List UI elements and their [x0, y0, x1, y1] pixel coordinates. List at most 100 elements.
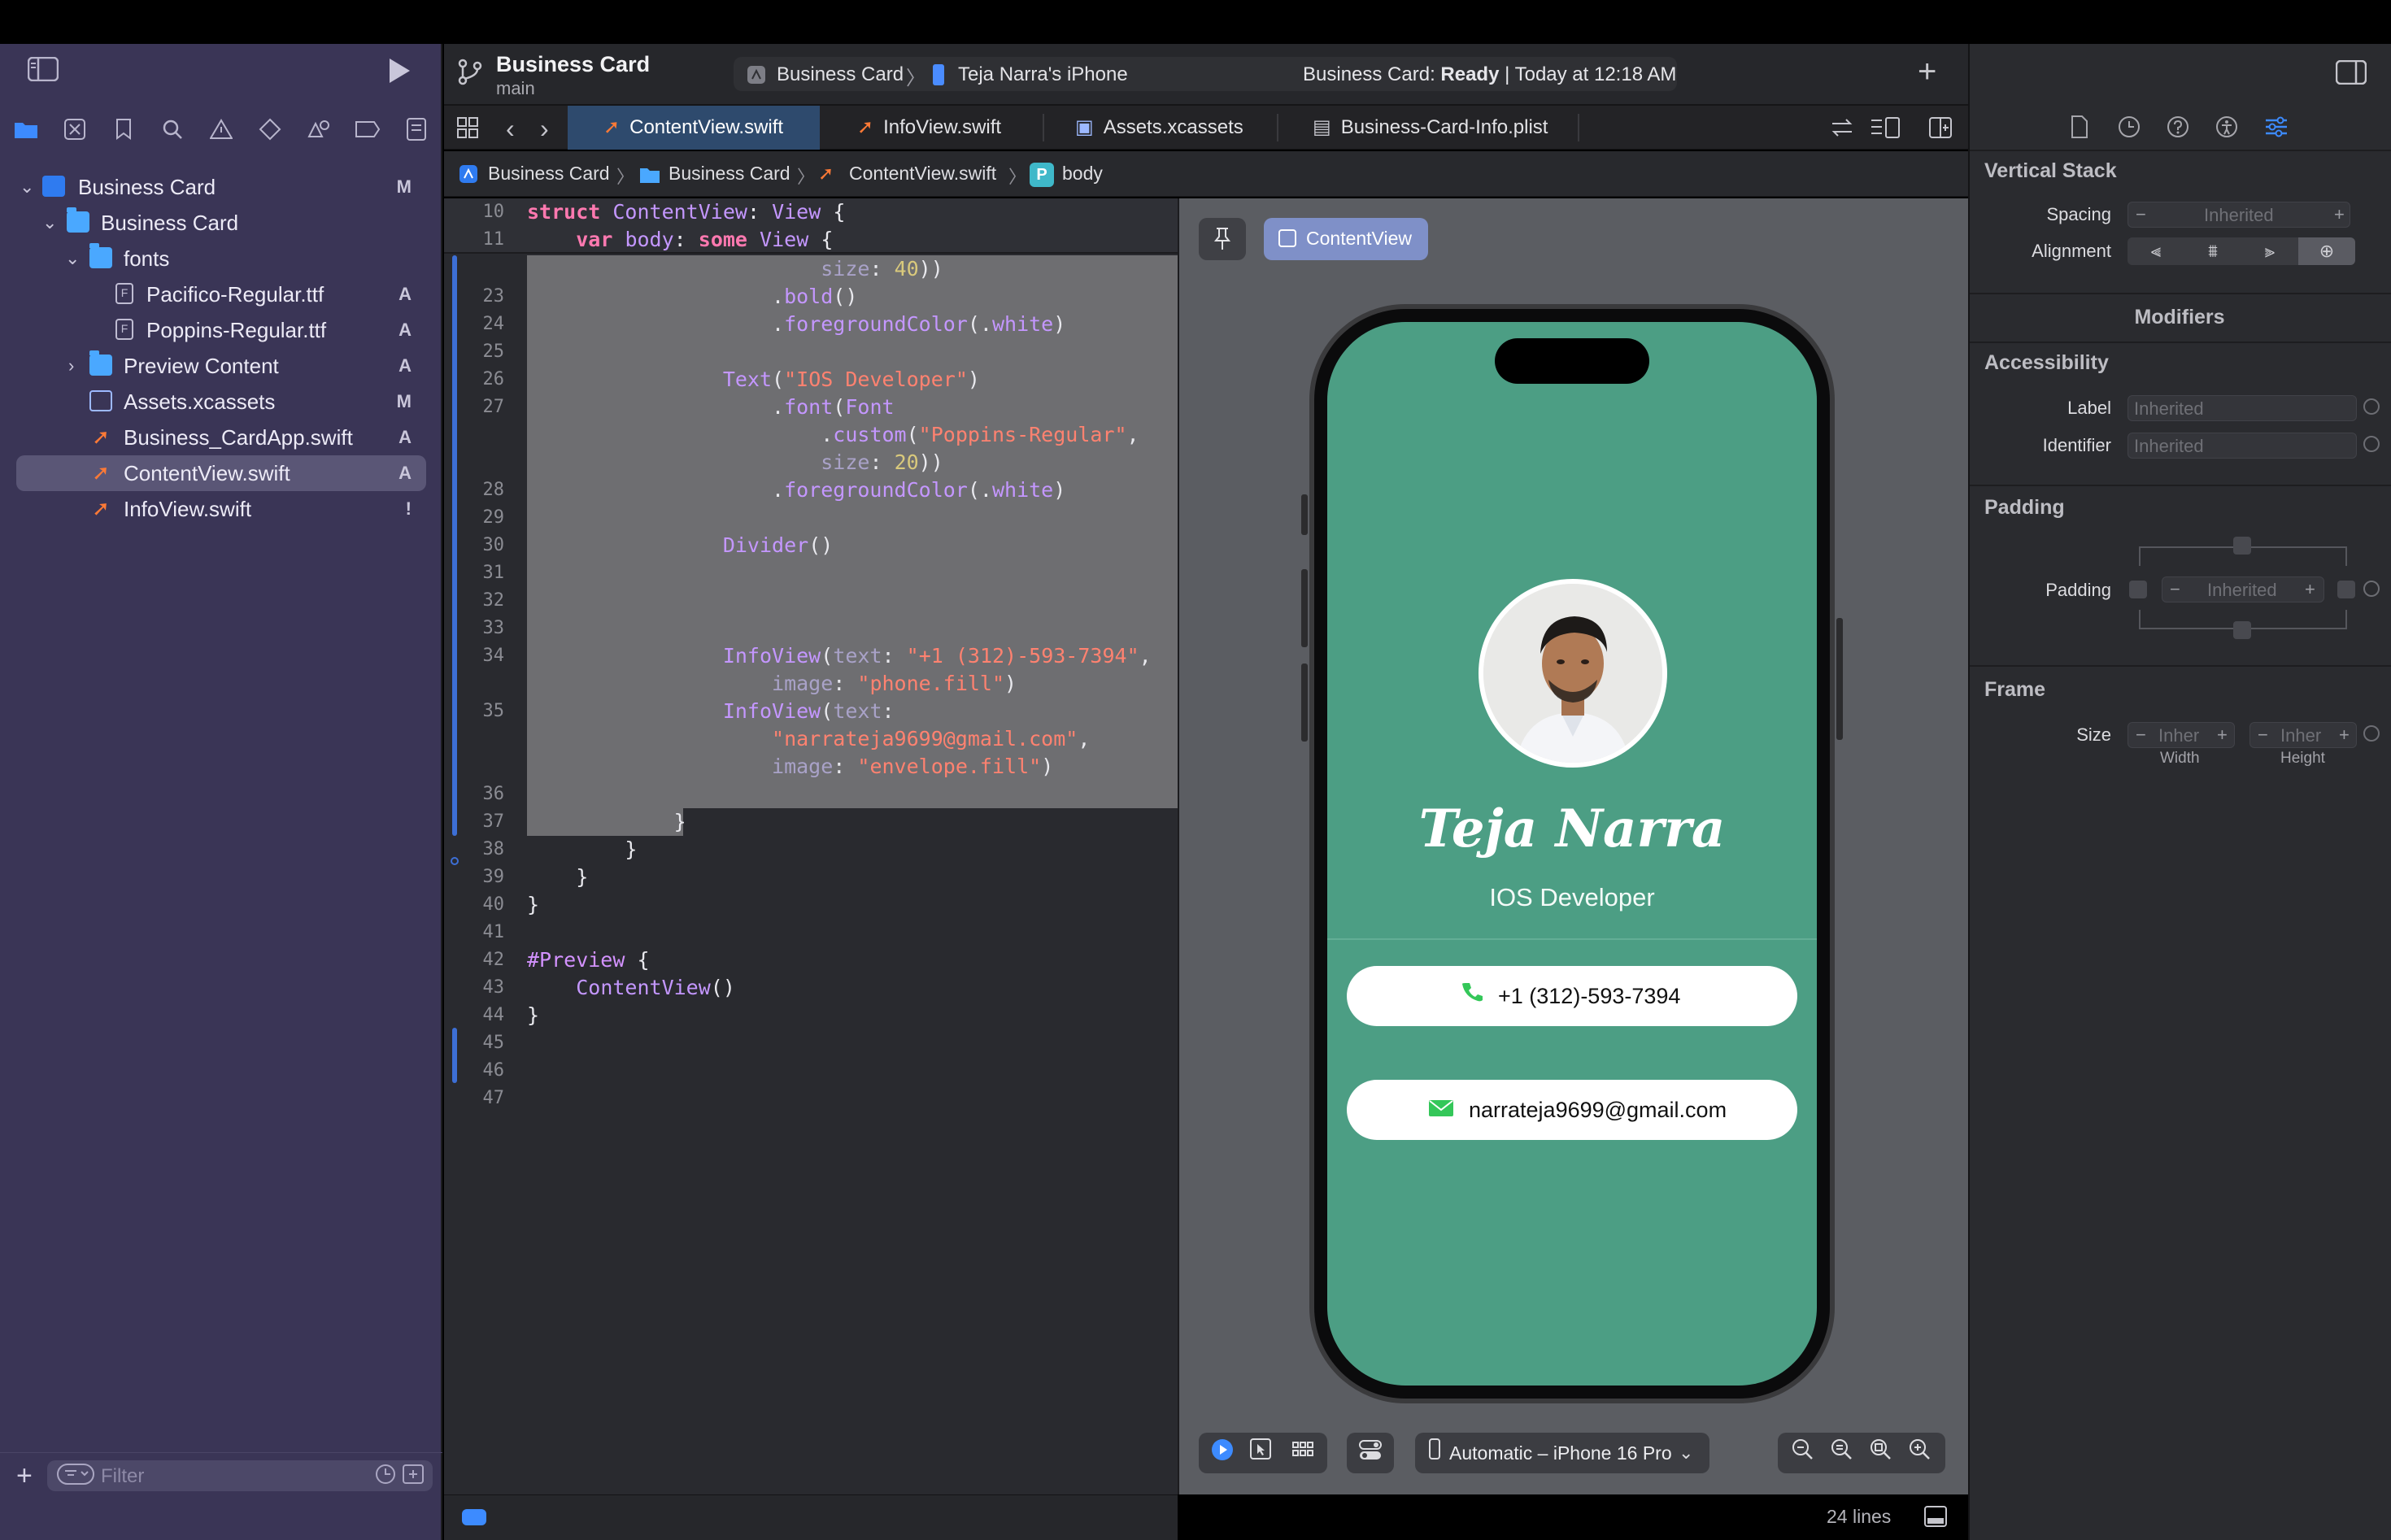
branch-name[interactable]: main	[496, 78, 535, 99]
plus-icon[interactable]: +	[2334, 204, 2345, 225]
breadcrumb-project[interactable]: Business Card	[488, 163, 610, 185]
source-control-tab-icon[interactable]	[59, 109, 91, 150]
warning-tab-icon[interactable]	[205, 109, 237, 150]
align-center-icon[interactable]: ⩩	[2184, 237, 2241, 265]
padding-reset[interactable]	[2363, 581, 2380, 597]
tree-item-infoview[interactable]: ➚ InfoView.swift !	[16, 491, 426, 527]
debug-toggle-icon[interactable]	[462, 1509, 486, 1525]
zoom-fit-icon[interactable]	[1869, 1438, 1892, 1466]
zoom-out-icon[interactable]	[1791, 1438, 1814, 1466]
padding-top-checkbox[interactable]	[2233, 537, 2251, 555]
tree-item-pacifico[interactable]: F Pacifico-Regular.ttf A	[16, 276, 426, 312]
minus-icon[interactable]: −	[2170, 579, 2180, 600]
phone-fill-icon	[1461, 981, 1483, 1009]
variants-icon[interactable]	[1291, 1438, 1314, 1466]
history-inspector-icon[interactable]	[2118, 115, 2141, 144]
height-value: Inher	[2280, 725, 2322, 746]
padding-bottom-checkbox[interactable]	[2233, 621, 2251, 639]
bookmark-tab-icon[interactable]	[107, 109, 140, 150]
tab-label: Assets.xcassets	[1103, 116, 1243, 138]
scheme-selector[interactable]: Business Card	[777, 63, 904, 86]
minus-icon[interactable]: −	[2258, 724, 2268, 746]
assets-icon: ▣	[1075, 116, 1094, 138]
align-inherited-icon[interactable]: ⊕	[2298, 237, 2355, 265]
tab-contentview[interactable]: ➚ ContentView.swift	[568, 106, 820, 150]
tree-item-poppins[interactable]: F Poppins-Regular.ttf A	[16, 312, 426, 348]
code-line: #Preview {	[527, 948, 650, 972]
minus-icon[interactable]: −	[2136, 204, 2146, 225]
run-button[interactable]	[387, 57, 412, 91]
toggle-debug-area-icon[interactable]	[1924, 1506, 1947, 1531]
breadcrumb-group[interactable]: Business Card	[669, 163, 790, 185]
related-items-icon[interactable]	[1830, 117, 1854, 142]
run-destination-selector[interactable]: Teja Narra's iPhone	[958, 63, 1128, 86]
selectable-mode-icon[interactable]	[1249, 1438, 1272, 1466]
tab-plist[interactable]: ▤ Business-Card-Info.plist	[1313, 106, 1573, 150]
plus-icon[interactable]: +	[2305, 579, 2315, 600]
minus-icon[interactable]: −	[2136, 724, 2146, 746]
code-line: image: "phone.fill")	[772, 672, 1017, 695]
scm-status-badge: !	[405, 498, 412, 519]
grid-view-icon[interactable]	[457, 117, 478, 142]
scm-filter-icon[interactable]	[402, 1463, 425, 1491]
tree-item-assets[interactable]: Assets.xcassets M	[16, 384, 426, 420]
forward-arrow-icon[interactable]: ›	[540, 114, 549, 144]
tab-divider	[1277, 114, 1278, 141]
a11y-identifier-reset[interactable]	[2363, 436, 2380, 452]
plus-icon[interactable]: +	[2217, 724, 2228, 746]
frame-reset[interactable]	[2363, 725, 2380, 742]
padding-leading-checkbox[interactable]	[2129, 581, 2147, 598]
align-leading-icon[interactable]: ⫷	[2128, 237, 2184, 265]
device-settings-icon[interactable]	[1358, 1438, 1383, 1468]
sidebar-toggle-icon[interactable]	[27, 56, 59, 88]
folder-icon	[89, 350, 112, 376]
tree-item-project[interactable]: ⌄ Business Card M	[16, 169, 426, 205]
test-tab-icon[interactable]	[254, 109, 286, 150]
recent-files-icon[interactable]	[374, 1463, 397, 1491]
property-symbol-icon: P	[1030, 163, 1054, 187]
live-mode-icon[interactable]	[1210, 1438, 1235, 1468]
tree-item-fonts[interactable]: ⌄ fonts	[16, 241, 426, 276]
tab-divider	[1043, 114, 1044, 141]
back-arrow-icon[interactable]: ‹	[506, 114, 515, 144]
file-inspector-icon[interactable]	[2071, 115, 2088, 144]
zoom-in-icon[interactable]	[1908, 1438, 1931, 1466]
section-frame: Frame	[1984, 678, 2046, 701]
tree-item-preview-content[interactable]: › Preview Content A	[16, 348, 426, 384]
tab-label: Business-Card-Info.plist	[1340, 116, 1548, 138]
line-number: 29	[482, 507, 505, 528]
breadcrumb-file[interactable]: ContentView.swift	[849, 163, 996, 185]
attributes-inspector-icon[interactable]	[2264, 115, 2289, 144]
pin-preview-button[interactable]	[1199, 218, 1246, 260]
split-editor-icon[interactable]	[1929, 117, 1952, 142]
change-bar[interactable]	[452, 255, 457, 836]
inspector-toggle-icon[interactable]	[2335, 59, 2367, 89]
change-bar[interactable]	[452, 1028, 457, 1083]
branch-icon[interactable]	[457, 59, 483, 93]
add-file-button[interactable]: +	[16, 1460, 33, 1492]
search-tab-icon[interactable]	[156, 109, 189, 150]
tab-infoview[interactable]: ➚ InfoView.swift	[857, 106, 1052, 150]
tree-item-group-business-card[interactable]: ⌄ Business Card	[16, 205, 426, 241]
tree-item-contentview[interactable]: ➚ ContentView.swift A	[16, 455, 426, 491]
a11y-label-reset[interactable]	[2363, 398, 2380, 415]
breadcrumb-symbol[interactable]: body	[1062, 163, 1103, 185]
tab-assets[interactable]: ▣ Assets.xcassets	[1075, 106, 1270, 150]
tree-item-business-cardapp[interactable]: ➚ Business_CardApp.swift A	[16, 420, 426, 455]
breakpoint-tab-icon[interactable]	[351, 109, 384, 150]
report-tab-icon[interactable]	[400, 109, 433, 150]
card-divider	[1327, 938, 1817, 940]
zoom-actual-icon[interactable]	[1830, 1438, 1853, 1466]
align-trailing-icon[interactable]: ⫸	[2241, 237, 2298, 265]
line-number: 10	[482, 202, 505, 222]
editor-options-icon[interactable]	[1871, 117, 1900, 142]
accessibility-inspector-icon[interactable]	[2215, 115, 2238, 144]
tree-item-label: Business Card	[78, 175, 216, 199]
folder-tab-icon[interactable]	[10, 109, 42, 150]
line-number: 47	[482, 1088, 505, 1108]
padding-trailing-checkbox[interactable]	[2337, 581, 2355, 598]
help-inspector-icon[interactable]	[2167, 115, 2189, 144]
debug-tab-icon[interactable]	[303, 109, 335, 150]
library-add-button[interactable]: +	[1918, 54, 1936, 90]
plus-icon[interactable]: +	[2339, 724, 2350, 746]
